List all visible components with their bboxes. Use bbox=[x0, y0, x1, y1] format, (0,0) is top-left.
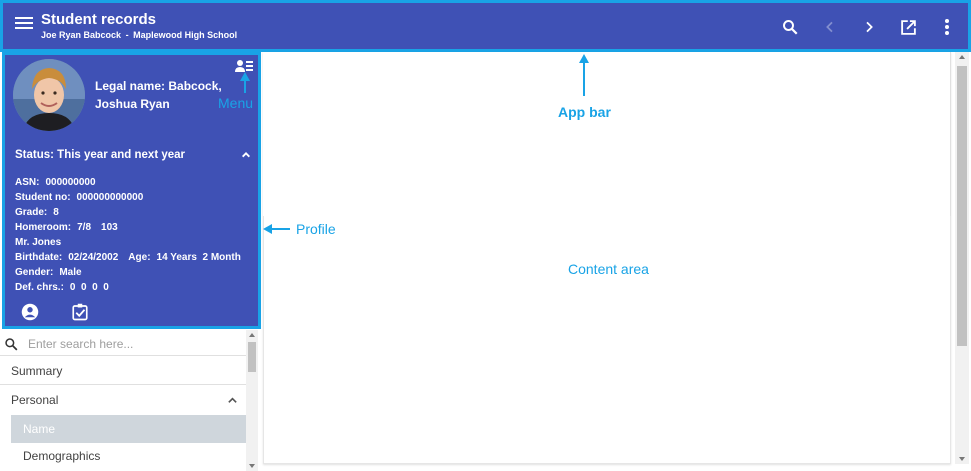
hamburger-icon[interactable] bbox=[15, 17, 33, 35]
grade-row: Grade: 8 bbox=[15, 207, 59, 218]
person-list-icon[interactable] bbox=[235, 59, 253, 73]
legal-name: Legal name: Babcock, Joshua Ryan bbox=[95, 77, 222, 113]
nav-scrollbar[interactable] bbox=[246, 330, 258, 471]
appbar-arrow-line bbox=[583, 62, 585, 96]
subtitle-separator: - bbox=[125, 30, 129, 40]
profile-fields: ASN: 000000000 Student no: 000000000000 Gr… bbox=[15, 175, 241, 295]
annotation-app-bar: App bar bbox=[558, 104, 611, 120]
nav-item-summary[interactable]: Summary bbox=[0, 358, 246, 385]
profile-actions bbox=[21, 303, 89, 321]
student-no-row: Student no: 000000000000 bbox=[15, 192, 144, 203]
annotation-content-area: Content area bbox=[568, 261, 649, 277]
search-icon[interactable] bbox=[780, 17, 800, 37]
profile-panel: Legal name: Babcock, Joshua Ryan Status:… bbox=[2, 52, 261, 329]
avatar bbox=[13, 59, 85, 131]
teacher-row: Mr. Jones bbox=[15, 237, 62, 248]
app-title: Student records bbox=[41, 11, 157, 28]
legal-name-line2: Joshua Ryan bbox=[95, 97, 170, 111]
scroll-down-arrow[interactable] bbox=[959, 457, 965, 461]
content-card bbox=[263, 216, 951, 464]
school-name: Maplewood High School bbox=[133, 30, 238, 40]
search-input[interactable] bbox=[28, 336, 228, 351]
chevron-left-icon[interactable] bbox=[820, 17, 840, 37]
birthdate-row: Birthdate: 02/24/2002 Age: 14 Years 2 Month bbox=[15, 252, 241, 263]
annotation-menu: Menu bbox=[218, 95, 254, 111]
more-vert-icon[interactable] bbox=[937, 17, 957, 37]
account-circle-icon[interactable] bbox=[21, 303, 39, 321]
nav-item-demographics[interactable]: Demographics bbox=[11, 444, 246, 468]
asn-row: ASN: 000000000 bbox=[15, 177, 96, 188]
assignment-check-icon[interactable] bbox=[71, 303, 89, 321]
profile-arrow-line bbox=[271, 228, 290, 230]
annotation-profile: Profile bbox=[296, 221, 336, 237]
student-name: Joe Ryan Babcock bbox=[41, 30, 122, 40]
status-text: Status: This year and next year bbox=[15, 149, 186, 161]
nav-item-name[interactable]: Name bbox=[11, 415, 246, 443]
app-subtitle: Joe Ryan Babcock - Maplewood High School bbox=[41, 30, 237, 40]
search-icon bbox=[5, 337, 18, 350]
app-bar: Student records Joe Ryan Babcock - Maple… bbox=[0, 0, 971, 52]
menu-arrow-line bbox=[244, 80, 246, 93]
chevron-up-icon bbox=[228, 396, 237, 403]
gender-row: Gender: Male bbox=[15, 267, 82, 278]
scroll-up-arrow[interactable] bbox=[959, 55, 965, 59]
nav-item-personal[interactable]: Personal bbox=[0, 386, 246, 414]
nav-scroll-thumb[interactable] bbox=[248, 342, 256, 372]
scroll-up-arrow[interactable] bbox=[249, 333, 255, 337]
chevron-up-icon bbox=[242, 152, 250, 158]
scroll-down-arrow[interactable] bbox=[249, 464, 255, 468]
open-in-new-icon[interactable] bbox=[898, 17, 918, 37]
chevron-right-icon[interactable] bbox=[859, 17, 879, 37]
nav-search bbox=[0, 332, 246, 356]
content-scroll-thumb[interactable] bbox=[957, 66, 967, 346]
homeroom-row: Homeroom: 7/8 103 bbox=[15, 222, 118, 233]
status-toggle[interactable]: Status: This year and next year bbox=[15, 149, 251, 161]
app-root: Student records Joe Ryan Babcock - Maple… bbox=[0, 0, 971, 471]
nav-panel: Summary Personal Name Demographics bbox=[0, 330, 260, 471]
content-scrollbar[interactable] bbox=[955, 52, 969, 464]
def-chrs-row: Def. chrs.: 0 0 0 0 bbox=[15, 282, 109, 293]
legal-name-line1: Legal name: Babcock, bbox=[95, 79, 222, 93]
